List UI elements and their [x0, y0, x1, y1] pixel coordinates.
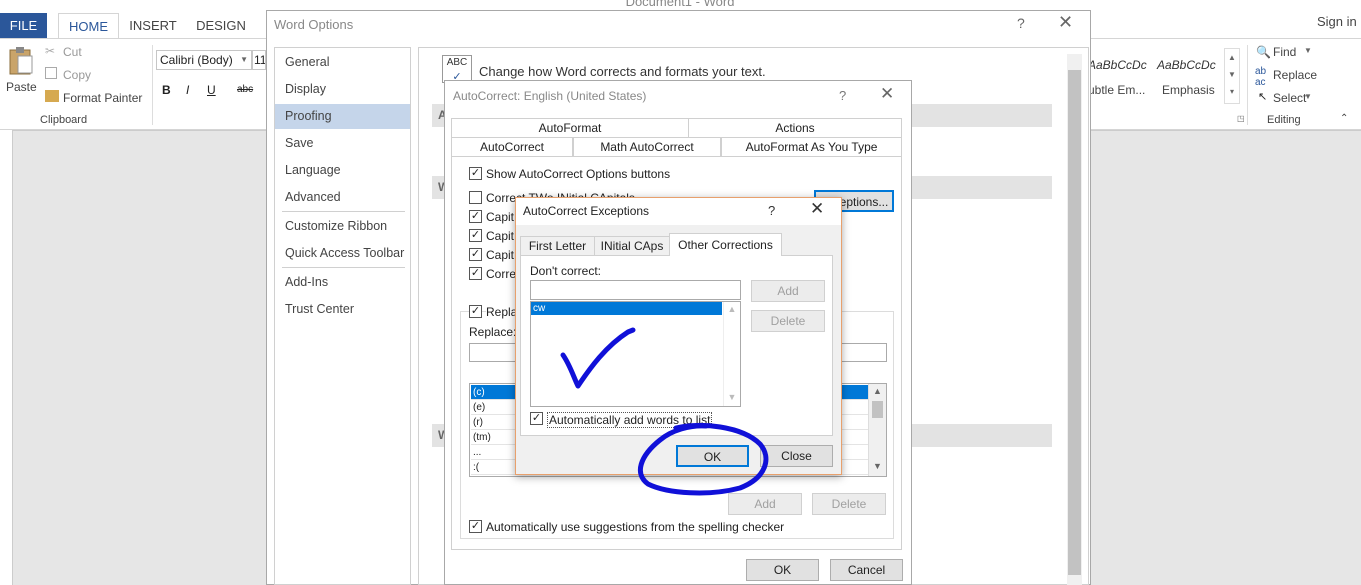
- handdrawn-circle: [637, 422, 769, 496]
- annotation-overlay: [560, 327, 769, 496]
- handdrawn-checkmark: [560, 327, 636, 389]
